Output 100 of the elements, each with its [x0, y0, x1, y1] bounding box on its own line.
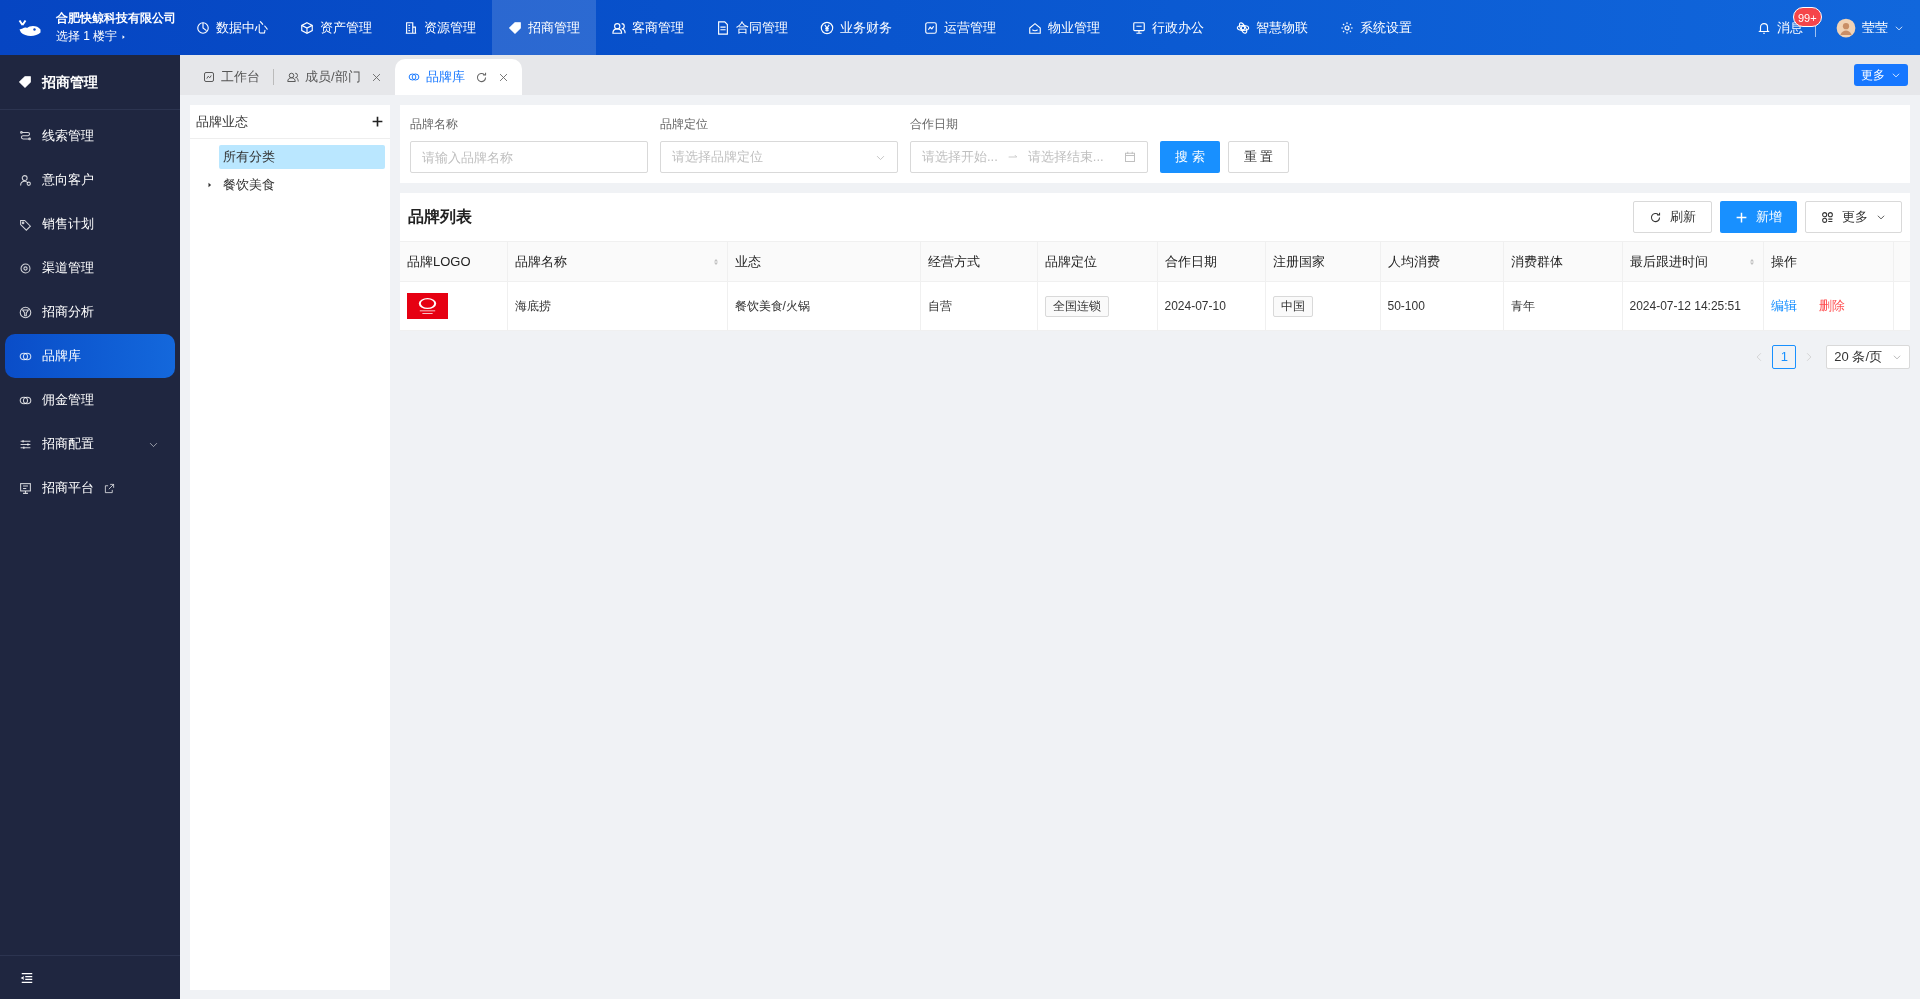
building-icon — [404, 20, 418, 35]
page-tab[interactable]: 工作台 — [190, 59, 273, 95]
column-header: 经营方式 — [920, 241, 1037, 282]
sidebar-item[interactable]: 销售计划 — [5, 202, 175, 246]
bell-icon — [1757, 20, 1771, 35]
tree-node[interactable]: 餐饮美食 — [219, 173, 385, 197]
sidebar-item[interactable]: 招商配置 — [5, 422, 175, 466]
plus-icon — [371, 115, 384, 128]
nav-tab[interactable]: 行政办公 — [1116, 0, 1220, 55]
collapse-menu-button[interactable] — [20, 970, 34, 985]
label-icon — [19, 217, 32, 231]
column-header: 消费群体 — [1503, 241, 1622, 282]
plus-icon — [1735, 210, 1748, 224]
panel-title: 品牌业态 — [196, 112, 248, 131]
add-button[interactable] — [371, 115, 384, 128]
page-tab[interactable]: 品牌库 — [394, 59, 522, 95]
column-header: 操作 — [1763, 241, 1893, 282]
table-cell: 2024-07-12 14:25:51 — [1622, 281, 1763, 331]
atom-icon — [1236, 20, 1250, 35]
column-header: 品牌定位 — [1037, 241, 1157, 282]
external-link-icon — [104, 482, 115, 494]
nav-tab[interactable]: 招商管理 — [492, 0, 596, 55]
table-cell: 餐饮美食/火锅 — [727, 281, 920, 331]
avatar-icon — [1836, 17, 1856, 38]
people-icon — [287, 71, 299, 83]
field-label: 合作日期 — [910, 116, 959, 133]
chart-icon — [196, 20, 210, 35]
document-icon — [716, 20, 730, 35]
column-header: 品牌LOGO — [400, 241, 507, 282]
coins-icon — [407, 71, 420, 83]
tag: 中国 — [1272, 295, 1313, 317]
field-label: 品牌名称 — [410, 116, 459, 133]
refresh-icon — [1649, 210, 1662, 224]
refresh-button[interactable]: 刷新 — [1633, 201, 1712, 233]
more-button[interactable]: 更多 — [1854, 64, 1908, 86]
sliders-icon — [19, 437, 32, 451]
tree-node[interactable]: 所有分类 — [219, 145, 385, 169]
calendar-icon — [1124, 151, 1136, 163]
menu-icon — [20, 970, 34, 985]
people-icon — [612, 20, 626, 35]
column-header: 最后跟进时间 — [1622, 241, 1763, 282]
brand-logo — [407, 293, 448, 319]
field-label: 品牌定位 — [660, 116, 709, 133]
user-menu[interactable]: 莹莹 — [1836, 17, 1904, 38]
tag: 全国连锁 — [1044, 295, 1109, 317]
page-size-select[interactable]: 20 条/页 — [1826, 345, 1910, 369]
monitor-icon — [1132, 20, 1146, 35]
house-icon — [1028, 20, 1042, 35]
nav-tab[interactable]: 物业管理 — [1012, 0, 1116, 55]
nav-tab[interactable]: 合同管理 — [700, 0, 804, 55]
currency-icon — [820, 20, 834, 35]
column-header: 人均消费 — [1380, 241, 1503, 282]
table-cell: 自营 — [920, 281, 1037, 331]
person-icon — [19, 173, 32, 187]
funnel-icon — [19, 305, 32, 319]
column-header: 合作日期 — [1157, 241, 1265, 282]
sidebar-item[interactable]: 意向客户 — [5, 158, 175, 202]
column-header: 注册国家 — [1265, 241, 1380, 282]
sidebar-item[interactable]: 佣金管理 — [5, 378, 175, 422]
sidebar-item[interactable]: 招商平台 — [5, 466, 175, 510]
page-tab[interactable]: 成员/部门 — [274, 59, 395, 95]
list-title: 品牌列表 — [408, 207, 472, 227]
reset-button[interactable]: 重 置 — [1227, 141, 1290, 173]
sidebar-item[interactable]: 品牌库 — [5, 334, 175, 378]
nav-tab[interactable]: 系统设置 — [1324, 0, 1428, 55]
nav-tab[interactable]: 运营管理 — [908, 0, 1012, 55]
grid-icon — [1821, 210, 1834, 224]
cycle-icon — [19, 261, 32, 275]
tag-icon — [18, 75, 32, 89]
nav-tab[interactable]: 资产管理 — [284, 0, 388, 55]
column-header: 品牌名称 — [507, 241, 727, 282]
nav-tab[interactable]: 数据中心 — [180, 0, 284, 55]
building-selector[interactable]: 选择 1 楼宇 — [56, 29, 176, 44]
nav-tab[interactable]: 客商管理 — [596, 0, 700, 55]
chevron-down-icon — [1892, 352, 1902, 362]
sidebar-item[interactable]: 渠道管理 — [5, 246, 175, 290]
company-name: 合肥快鲸科技有限公司 — [56, 11, 176, 26]
more-button[interactable]: 更多 — [1805, 201, 1902, 233]
nav-tab[interactable]: 智慧物联 — [1220, 0, 1324, 55]
delete-link[interactable]: 删除 — [1818, 298, 1845, 314]
route-icon — [19, 129, 32, 143]
input-field[interactable]: 请输入品牌名称 — [410, 141, 648, 173]
column-header: 业态 — [727, 241, 920, 282]
monitor-icon — [19, 481, 32, 495]
table-cell: 青年 — [1503, 281, 1622, 331]
table-cell: 50-100 — [1380, 281, 1503, 331]
tag-icon — [508, 20, 522, 35]
cube-icon — [300, 20, 314, 35]
table-cell: 2024-07-10 — [1157, 281, 1265, 331]
nav-tab[interactable]: 资源管理 — [388, 0, 492, 55]
table-cell: 海底捞 — [507, 281, 727, 331]
edit-link[interactable]: 编辑 — [1770, 298, 1797, 314]
sidebar-item[interactable]: 招商分析 — [5, 290, 175, 334]
chevron-down-icon — [1876, 212, 1886, 222]
refresh-icon — [474, 70, 488, 84]
chevron-down-icon — [1891, 70, 1901, 80]
nav-tab[interactable]: 业务财务 — [804, 0, 908, 55]
settings-icon — [1340, 20, 1354, 35]
sidebar-title: 招商管理 — [42, 72, 98, 92]
sidebar-item[interactable]: 线索管理 — [5, 114, 175, 158]
